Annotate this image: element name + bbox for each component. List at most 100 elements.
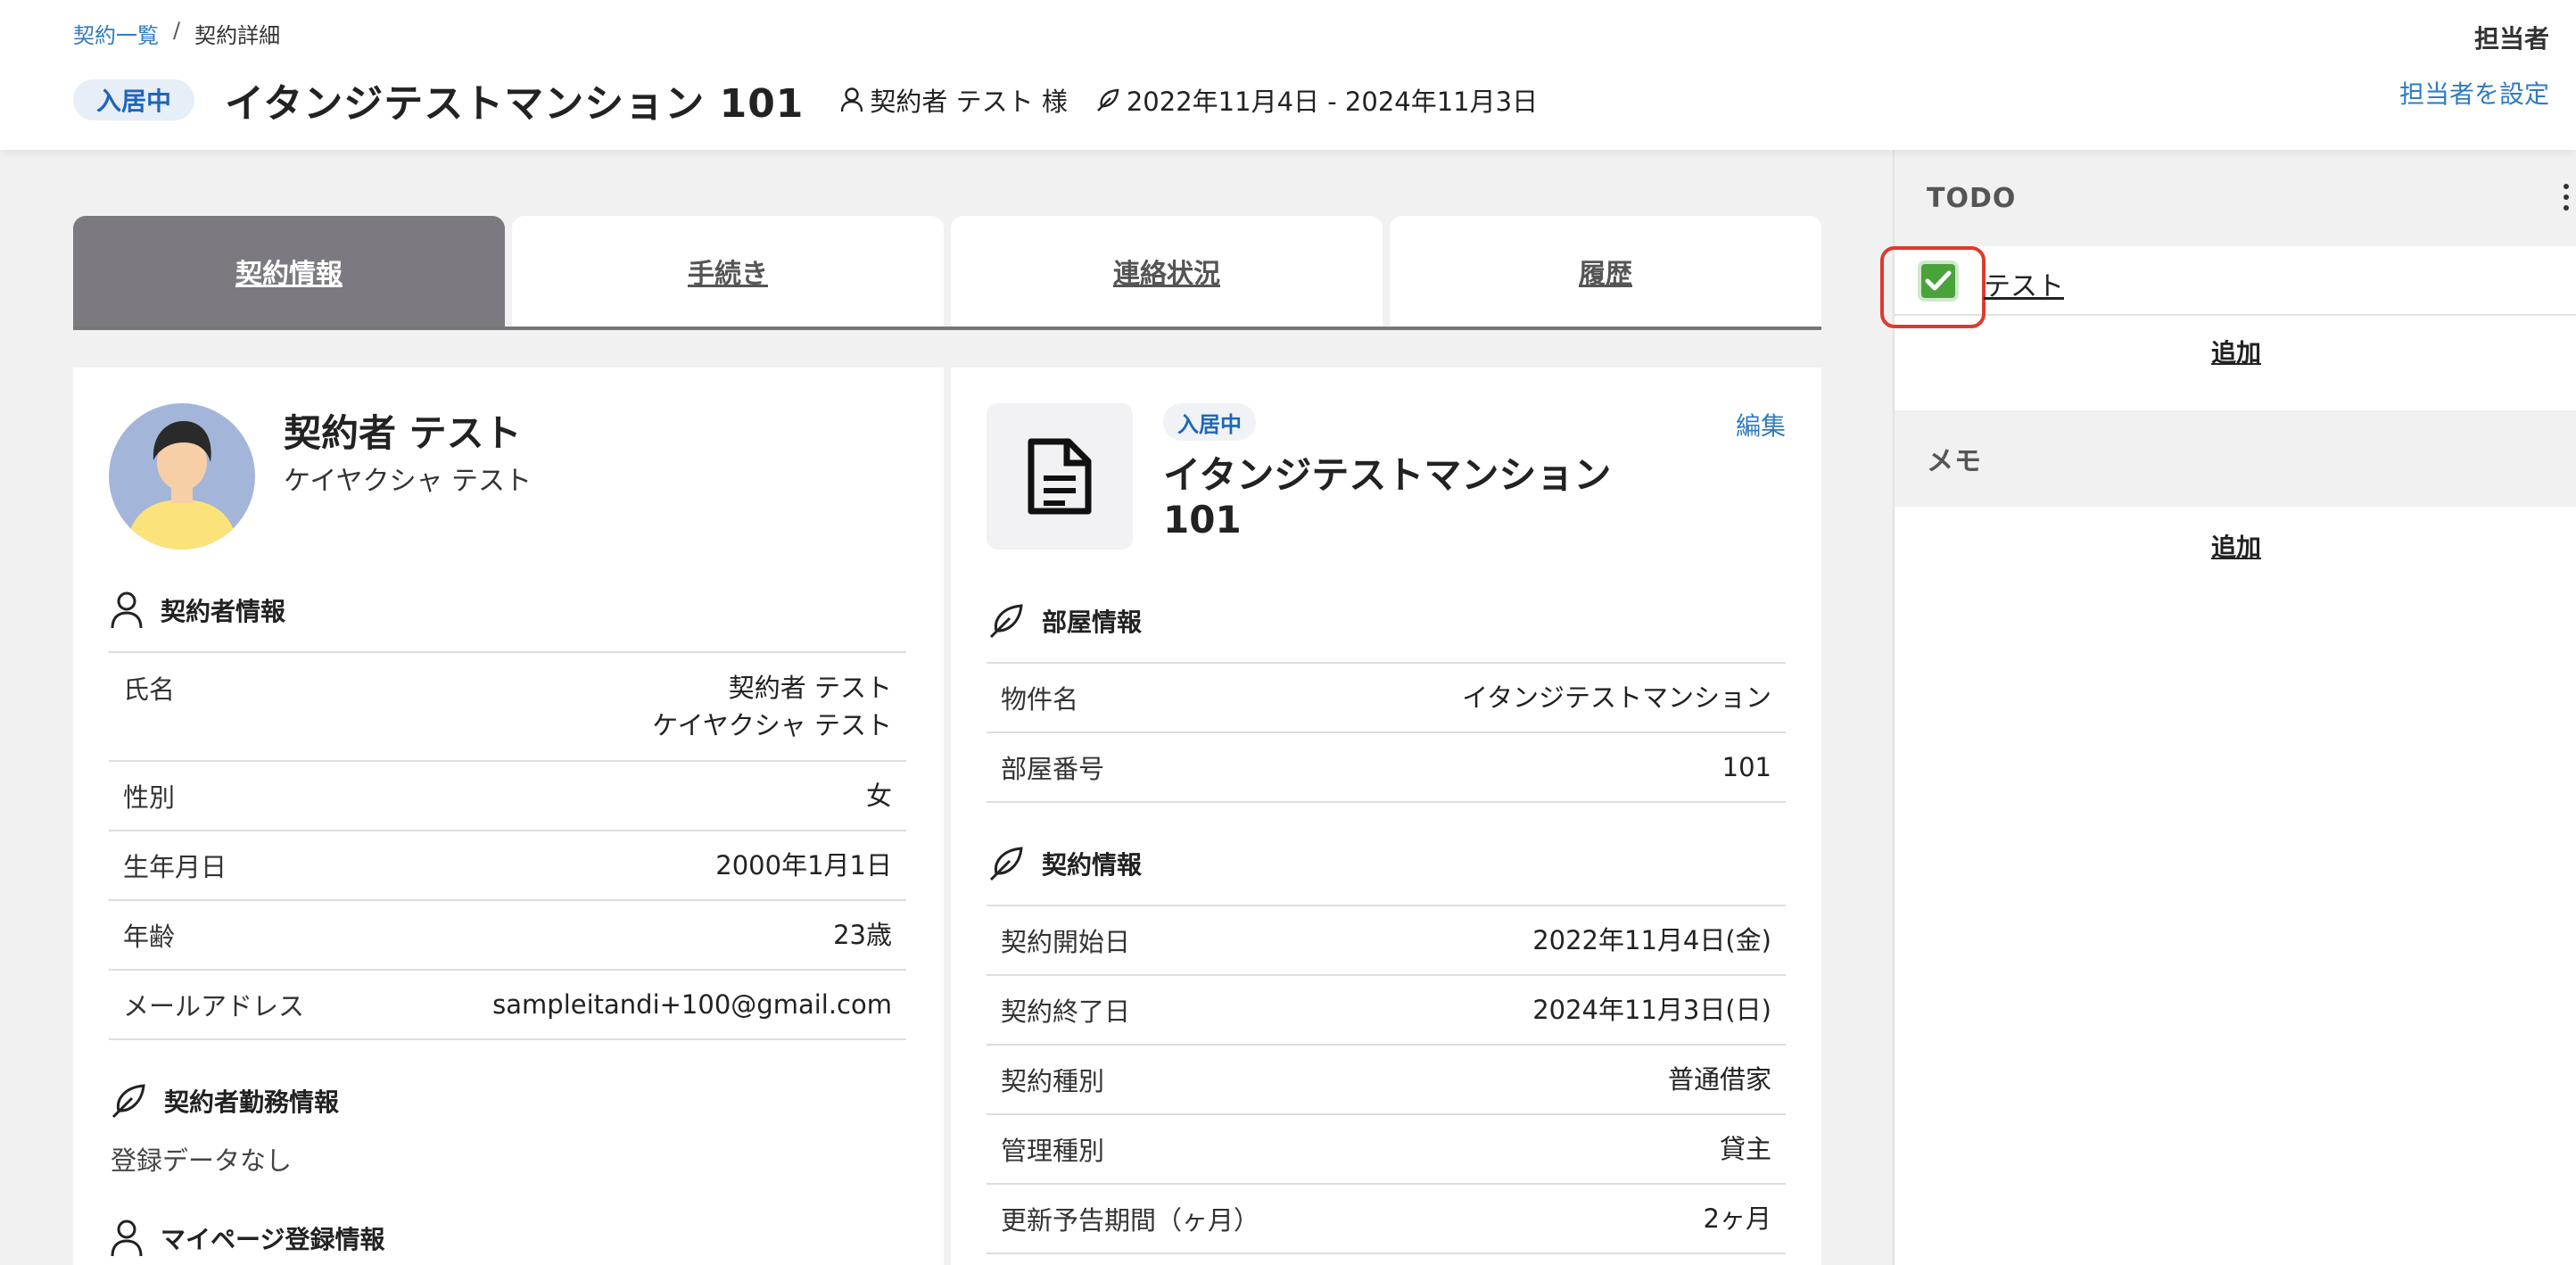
row-label: 管理種別 xyxy=(1001,1136,1105,1166)
feather-icon xyxy=(989,604,1023,639)
edit-link[interactable]: 編集 xyxy=(1736,407,1786,442)
no-data-text: 登録データなし xyxy=(111,1145,293,1176)
todo-item: テスト xyxy=(1880,246,2576,328)
todo-header: TODO xyxy=(1895,150,2576,246)
status-badge: 入居中 xyxy=(1163,403,1256,441)
row-label: 氏名 xyxy=(123,674,176,705)
row-label: 契約種別 xyxy=(1001,1066,1105,1096)
memo-header: メモ xyxy=(1895,410,2576,507)
memo-add-link[interactable]: 追加 xyxy=(1895,528,2576,564)
row-value: 101 xyxy=(1721,752,1771,782)
person-icon xyxy=(111,591,143,629)
feather-icon xyxy=(1097,88,1119,112)
page-header: 契約一覧 / 契約詳細 入居中 イタンジテストマンション 101 契約者 テスト… xyxy=(0,0,2576,150)
feather-icon xyxy=(989,847,1023,881)
row-value: 2ヶ月 xyxy=(1703,1203,1771,1234)
status-badge: 入居中 xyxy=(73,79,195,120)
avatar xyxy=(109,403,255,550)
tab-bar: 契約情報 手続き 連絡状況 履歴 xyxy=(73,216,1821,330)
row-value: 普通借家 xyxy=(1667,1064,1771,1095)
contractor-name-heading: 契約者 テスト xyxy=(284,411,522,455)
todo-title: TODO xyxy=(1927,182,2017,214)
row-label: 生年月日 xyxy=(123,852,227,882)
contractor-kana: ケイヤクシャ テスト xyxy=(284,466,533,497)
breadcrumb-contract-list-link[interactable]: 契約一覧 xyxy=(73,18,159,49)
table-row: 性別 女 xyxy=(109,762,906,831)
feather-icon xyxy=(111,1084,145,1119)
row-label: 物件名 xyxy=(1001,684,1079,715)
table-row: 契約終了日 2024年11月3日(日) xyxy=(987,976,1786,1046)
breadcrumb-current: 契約詳細 xyxy=(194,23,281,48)
person-icon xyxy=(111,1220,143,1257)
table-row: 氏名 契約者 テスト ケイヤクシャ テスト xyxy=(109,653,906,762)
property-card: 入居中 編集 イタンジテストマンション 101 部屋情報 物件名 イタンジテスト… xyxy=(951,368,1821,1265)
row-label: 性別 xyxy=(123,782,176,813)
contract-period: 2022年11月4日 - 2024年11月3日 xyxy=(1126,87,1539,117)
table-row: 年齢 23歳 xyxy=(109,901,906,971)
table-row: 生年月日 2000年1月1日 xyxy=(109,831,906,901)
contract-info-table: 契約開始日 2022年11月4日(金) 契約終了日 2024年11月3日(日) … xyxy=(987,905,1786,1254)
table-row: メールアドレス sampleitandi+100@gmail.com xyxy=(109,971,906,1040)
contractor-meta: 契約者 テスト 様 xyxy=(839,81,1068,119)
title-row: 入居中 イタンジテストマンション 101 契約者 テスト 様 2022年11月4… xyxy=(73,71,1538,128)
row-value: 契約者 テスト ケイヤクシャ テスト xyxy=(652,669,892,744)
row-label: 契約開始日 xyxy=(1001,927,1131,957)
period-meta: 2022年11月4日 - 2024年11月3日 xyxy=(1094,81,1538,119)
kana-value: ケイヤクシャ テスト xyxy=(652,710,892,740)
more-menu-icon[interactable] xyxy=(2564,184,2572,211)
row-value: 23歳 xyxy=(833,920,892,950)
row-label: 部屋番号 xyxy=(1001,754,1105,784)
row-value: 2024年11月3日(日) xyxy=(1532,995,1771,1025)
tab-procedures[interactable]: 手続き xyxy=(512,216,944,327)
todo-add-link[interactable]: 追加 xyxy=(1895,334,2576,369)
table-row: 部屋番号 101 xyxy=(987,733,1786,803)
contractor-card: 契約者 テスト ケイヤクシャ テスト 契約者情報 氏名 契約者 テスト ケイヤク… xyxy=(73,368,944,1265)
row-label: メールアドレス xyxy=(123,991,305,1021)
property-title-line1: イタンジテストマンション xyxy=(1163,453,1612,497)
room-info-table: 物件名 イタンジテストマンション 部屋番号 101 xyxy=(987,662,1786,803)
highlight-box xyxy=(1880,246,1986,328)
row-value: sampleitandi+100@gmail.com xyxy=(492,989,892,1020)
section-title: 契約者勤務情報 xyxy=(164,1087,340,1117)
row-value: 女 xyxy=(865,781,892,811)
row-label: 契約終了日 xyxy=(1001,996,1131,1027)
table-row: 契約開始日 2022年11月4日(金) xyxy=(987,906,1786,976)
name-value: 契約者 テスト xyxy=(728,673,892,703)
contractor-info-table: 氏名 契約者 テスト ケイヤクシャ テスト 性別 女 生年月日 2000年1月1… xyxy=(109,651,906,1040)
work-info-heading: 契約者勤務情報 xyxy=(109,1081,339,1120)
tab-contract-info[interactable]: 契約情報 xyxy=(73,216,505,327)
mypage-info-heading: マイページ登録情報 xyxy=(109,1219,384,1258)
tab-history[interactable]: 履歴 xyxy=(1390,216,1821,327)
page-title: イタンジテストマンション 101 xyxy=(225,81,805,127)
row-value: イタンジテストマンション xyxy=(1462,682,1771,713)
memo-title: メモ xyxy=(1927,446,1982,477)
section-title: マイページ登録情報 xyxy=(161,1225,385,1254)
row-label: 更新予告期間（ヶ月） xyxy=(1001,1205,1260,1236)
contract-info-heading: 契約情報 xyxy=(987,844,1142,883)
row-value: 貸主 xyxy=(1719,1134,1771,1164)
set-assignee-link[interactable]: 担当者を設定 xyxy=(2399,75,2549,111)
breadcrumb-separator: / xyxy=(173,18,181,43)
section-title: 契約情報 xyxy=(1042,850,1143,880)
assignee-title: 担当者 xyxy=(2473,24,2549,54)
property-title: イタンジテストマンション 101 xyxy=(1163,453,1627,542)
row-value: 2022年11月4日(金) xyxy=(1532,925,1771,955)
side-panel: TODO テスト 追加 メモ 追加 xyxy=(1880,150,2576,1265)
document-icon xyxy=(987,403,1133,550)
section-title: 部屋情報 xyxy=(1042,608,1143,637)
table-row: 更新予告期間（ヶ月） 2ヶ月 xyxy=(987,1185,1786,1254)
todo-label[interactable]: テスト xyxy=(1984,264,2064,303)
property-title-line2: 101 xyxy=(1163,498,1242,542)
contractor-info-heading: 契約者情報 xyxy=(109,591,285,630)
table-row: 契約種別 普通借家 xyxy=(987,1046,1786,1115)
person-icon xyxy=(841,87,863,112)
contractor-name: 契約者 テスト 様 xyxy=(870,87,1068,117)
room-info-heading: 部屋情報 xyxy=(987,601,1142,641)
table-row: 管理種別 貸主 xyxy=(987,1115,1786,1185)
row-value: 2000年1月1日 xyxy=(715,850,892,881)
row-label: 年齢 xyxy=(123,922,176,952)
tab-contact-status[interactable]: 連絡状況 xyxy=(951,216,1383,327)
section-title: 契約者情報 xyxy=(161,597,286,626)
table-row: 物件名 イタンジテストマンション xyxy=(987,664,1786,733)
breadcrumb: 契約一覧 / 契約詳細 xyxy=(73,18,280,49)
